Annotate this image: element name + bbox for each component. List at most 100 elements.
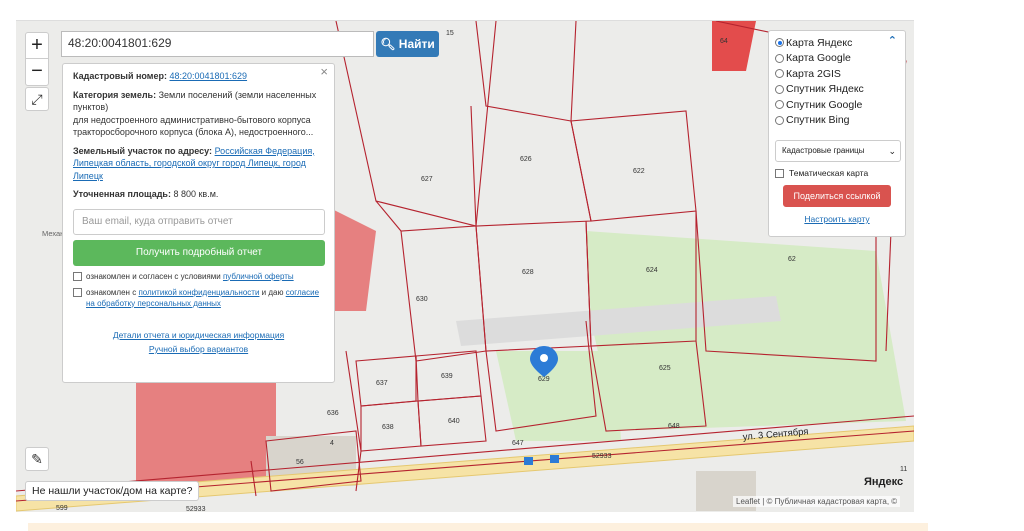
building-red-2 <box>136 371 276 491</box>
share-link-button[interactable]: Поделиться ссылкой <box>783 185 891 207</box>
notice-strip <box>28 523 928 531</box>
layer-option-label: Спутник Bing <box>786 114 850 127</box>
get-report-button[interactable]: Получить подробный отчет <box>73 239 325 266</box>
expand-icon: ⤢ <box>31 91 43 107</box>
layer-option-label: Карта 2GIS <box>786 67 841 80</box>
parcel-label: 56 <box>296 459 304 466</box>
close-icon[interactable]: × <box>320 65 328 79</box>
overlay-select[interactable]: Кадастровые границы ⌄ <box>775 140 901 162</box>
consent-privacy-row: ознакомлен с политикой конфиденциальност… <box>73 287 324 309</box>
parcel-label: 622 <box>633 168 645 175</box>
overlay-select-value: Кадастровые границы <box>782 146 865 155</box>
park-area-2 <box>496 351 621 441</box>
radio-icon <box>775 53 784 63</box>
yandex-logo: Яндекс <box>864 476 904 488</box>
layer-switcher: ⌃ Карта Яндекс Карта Google Карта 2GIS С… <box>768 30 906 237</box>
privacy-link[interactable]: политикой конфиденциальности <box>138 288 259 297</box>
layer-option-4[interactable]: Спутник Google <box>775 97 899 113</box>
address-label: Земельный участок по адресу: <box>73 145 213 156</box>
parcel-label: 624 <box>646 267 658 274</box>
bus-stop-icon <box>550 455 559 463</box>
zoom-out-button[interactable]: − <box>26 59 48 85</box>
parcel-label: 64 <box>720 38 728 45</box>
bus-stop-icon <box>524 457 533 465</box>
consent-offer-row: ознакомлен и согласен с условиями публич… <box>73 271 324 282</box>
parcel-label: 630 <box>416 296 428 303</box>
parcel-label: 628 <box>522 269 534 276</box>
thematic-row: Тематическая карта <box>775 168 899 178</box>
parcel-label: 15 <box>446 30 454 37</box>
offer-link[interactable]: публичной оферты <box>223 272 294 281</box>
category-label: Категория земель: <box>73 89 157 100</box>
chevron-up-icon[interactable]: ⌃ <box>888 34 897 47</box>
parcel-label: 637 <box>376 380 388 387</box>
address-row: Земельный участок по адресу: Российская … <box>73 145 324 183</box>
thematic-checkbox[interactable] <box>775 169 784 178</box>
layer-option-2[interactable]: Карта 2GIS <box>775 66 899 82</box>
map-attribution[interactable]: Leaflet | © Публичная кадастровая карта,… <box>733 496 901 507</box>
parcel-label: 629 <box>538 376 550 383</box>
parcel-label: 599 <box>56 505 68 512</box>
area-label: Уточненная площадь: <box>73 189 171 199</box>
page: 15 64 626 622 627 628 624 62 630 629 625… <box>0 0 1024 531</box>
radio-icon <box>775 84 784 94</box>
cadastral-link[interactable]: 48:20:0041801:629 <box>169 71 247 81</box>
parcel-label: 636 <box>327 410 339 417</box>
layer-option-1[interactable]: Карта Google <box>775 51 899 67</box>
layer-option-5[interactable]: Спутник Bing <box>775 113 899 129</box>
parcel-label: 52933 <box>186 506 206 512</box>
radio-icon <box>775 100 784 110</box>
zoom-control: + − <box>25 32 49 86</box>
parcel-label: 627 <box>421 176 433 183</box>
chevron-down-icon: ⌄ <box>888 146 896 156</box>
radio-icon <box>775 69 784 79</box>
layer-option-0[interactable]: Карта Яндекс <box>775 35 899 51</box>
offer-checkbox[interactable] <box>73 271 82 281</box>
find-button-label: Найти <box>398 37 435 51</box>
parcel-label: 52933 <box>592 453 612 460</box>
manual-select-link[interactable]: Ручной выбор вариантов <box>149 344 248 354</box>
area-value: 8 800 кв.м. <box>173 189 219 199</box>
privacy-checkbox[interactable] <box>73 287 82 297</box>
email-field[interactable]: Ваш email, куда отправить отчет <box>73 208 325 235</box>
layer-option-label: Карта Яндекс <box>786 36 853 49</box>
search-icon: 🔍︎ <box>380 37 396 51</box>
parcel-label: 639 <box>441 373 453 380</box>
details-link[interactable]: Детали отчета и юридическая информация <box>113 330 284 340</box>
cadastral-label: Кадастровый номер: <box>73 71 167 81</box>
layer-option-label: Карта Google <box>786 52 851 65</box>
consent-privacy-label: ознакомлен с <box>86 287 137 297</box>
area-row: Уточненная площадь: 8 800 кв.м. <box>73 188 324 201</box>
ruler-icon: ✎ <box>31 451 43 467</box>
parcel-label: 640 <box>448 418 460 425</box>
category-row: Категория земель: Земли поселений (земли… <box>73 89 324 139</box>
configure-map-link[interactable]: Настроить карту <box>804 214 869 224</box>
radio-icon <box>775 38 784 48</box>
zoom-in-button[interactable]: + <box>26 33 48 59</box>
parcel-label: 62 <box>788 256 796 263</box>
fullscreen-button[interactable]: ⤢ <box>25 87 49 111</box>
radio-icon <box>775 115 784 125</box>
search-input[interactable]: 48:20:0041801:629 <box>61 31 374 57</box>
not-found-button[interactable]: Не нашли участок/дом на карте? <box>25 481 200 501</box>
thematic-label: Тематическая карта <box>789 168 869 178</box>
consent-offer-label: ознакомлен и согласен с условиями <box>86 271 221 281</box>
parcel-label: 4 <box>330 440 334 447</box>
cadastral-row: Кадастровый номер: 48:20:0041801:629 <box>73 70 324 83</box>
parcel-label: 11 <box>900 466 907 473</box>
parcel-label: 626 <box>520 156 532 163</box>
layer-option-label: Спутник Google <box>786 98 863 111</box>
parcel-info-popup: × Кадастровый номер: 48:20:0041801:629 К… <box>62 63 335 383</box>
ruler-button[interactable]: ✎ <box>25 447 49 471</box>
purpose-text: для недостроенного административно-бытов… <box>73 114 314 138</box>
find-button[interactable]: 🔍︎ Найти <box>376 31 439 57</box>
layer-option-label: Спутник Яндекс <box>786 83 864 96</box>
parcel-label: 648 <box>668 423 680 430</box>
parcel-label: 647 <box>512 440 524 447</box>
consent-privacy-text: ознакомлен с политикой конфиденциальност… <box>86 287 324 309</box>
parcel-label: 625 <box>659 365 671 372</box>
layer-option-3[interactable]: Спутник Яндекс <box>775 82 899 98</box>
consent-privacy-mid: и даю <box>261 287 284 297</box>
parcel-label: 638 <box>382 424 394 431</box>
consent-offer-text: ознакомлен и согласен с условиями публич… <box>86 271 294 282</box>
